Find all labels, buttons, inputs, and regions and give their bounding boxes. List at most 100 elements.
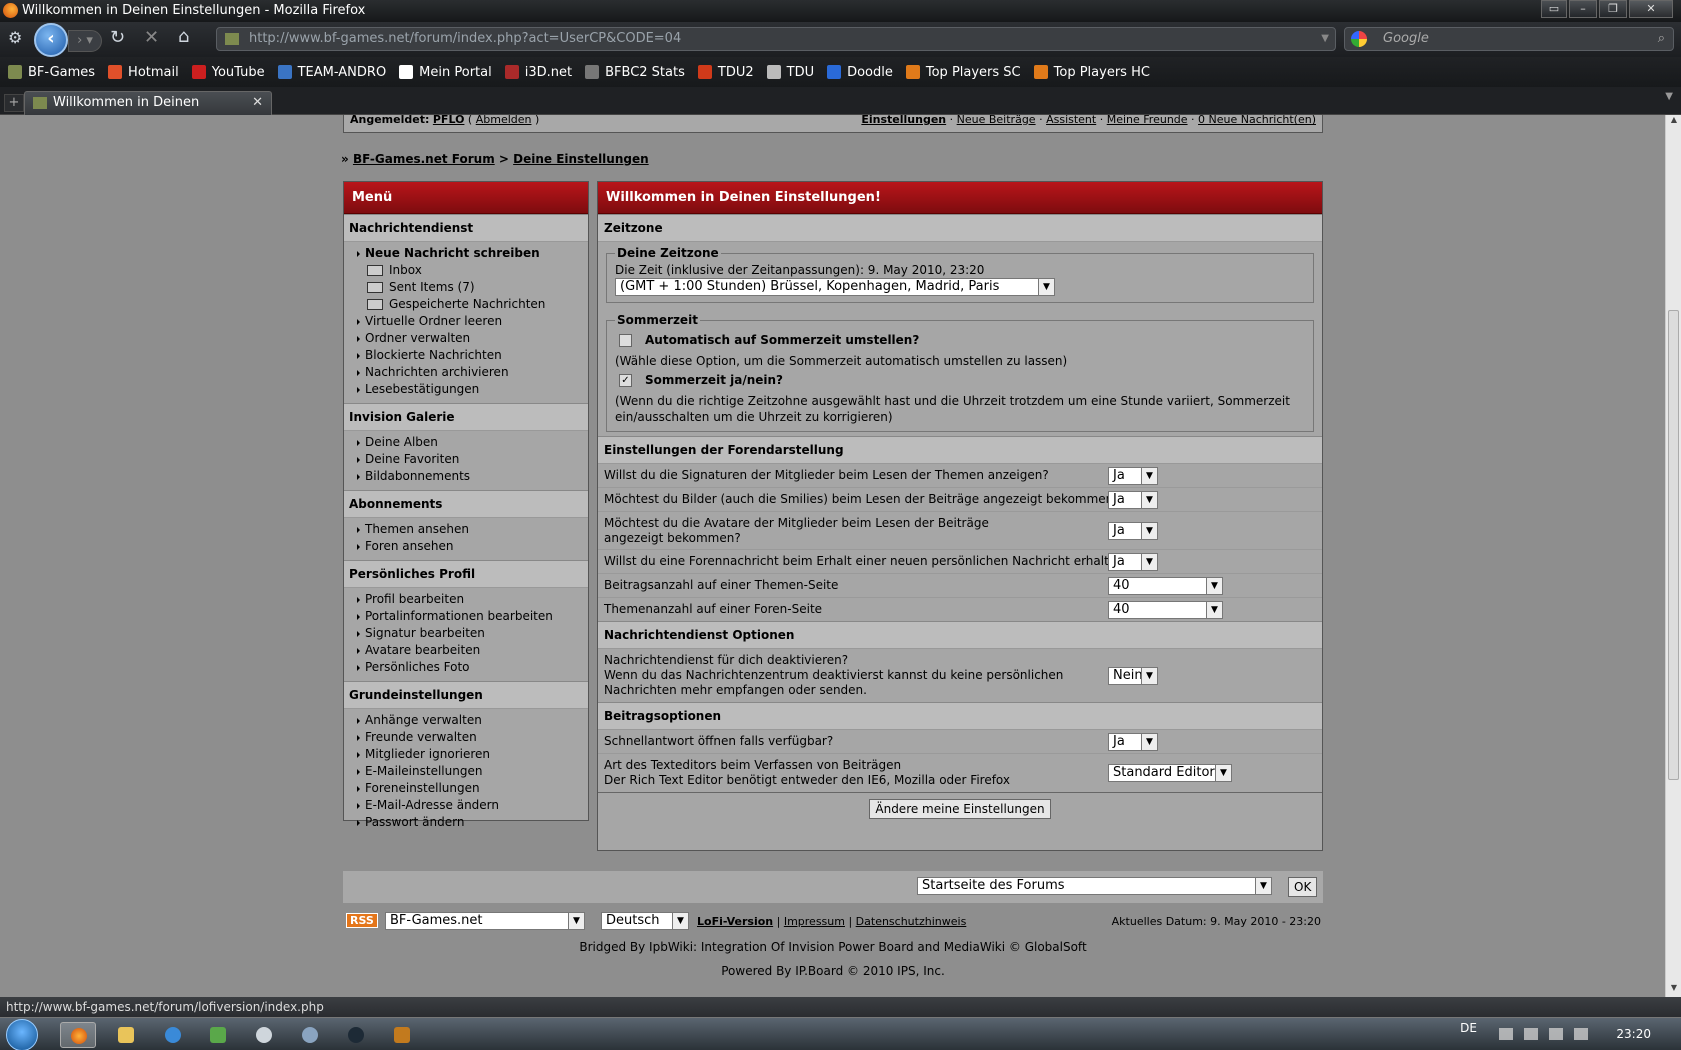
menu-item[interactable]: Virtuelle Ordner leeren <box>344 313 588 330</box>
menu-item[interactable]: Foreneinstellungen <box>344 780 588 797</box>
taskbar-ie[interactable] <box>155 1022 191 1048</box>
bookmark-10[interactable]: Top Players SC <box>905 65 1021 80</box>
skin-select[interactable]: BF-Games.net ▼ <box>385 912 585 930</box>
search-bar[interactable]: Google ⌕ <box>1344 27 1674 51</box>
save-settings-button[interactable]: Ändere meine Einstellungen <box>869 799 1051 819</box>
menu-item[interactable]: Ordner verwalten <box>344 330 588 347</box>
menu-item[interactable]: Persönliches Foto <box>344 659 588 676</box>
taskbar-explorer[interactable] <box>108 1022 144 1048</box>
menu-item-saved[interactable]: Gespeicherte Nachrichten <box>344 296 588 313</box>
menu-item[interactable]: Freunde verwalten <box>344 729 588 746</box>
impressum-link[interactable]: Impressum <box>784 915 845 928</box>
menu-item[interactable]: Lesebestätigungen <box>344 381 588 398</box>
scroll-down-icon[interactable]: ▼ <box>1666 983 1681 997</box>
new-tab-button[interactable]: + <box>4 94 24 112</box>
menu-item[interactable]: Passwort ändern <box>344 814 588 831</box>
close-tab-icon[interactable]: ✕ <box>252 92 263 114</box>
menu-item[interactable]: Bildabonnements <box>344 468 588 485</box>
menu-item[interactable]: Avatare bearbeiten <box>344 642 588 659</box>
logout-link[interactable]: Abmelden <box>476 115 532 126</box>
bookmark-11[interactable]: Top Players HC <box>1033 65 1150 80</box>
topics-per-page-select[interactable]: 40 ▼ <box>1108 600 1223 619</box>
bookmark-3[interactable]: TEAM-ANDRO <box>277 65 386 80</box>
menu-item[interactable]: Signatur bearbeiten <box>344 625 588 642</box>
taskbar-app[interactable] <box>338 1022 374 1048</box>
bookmark-6[interactable]: BFBC2 Stats <box>585 65 685 80</box>
assistant-link[interactable]: Assistent <box>1046 115 1096 126</box>
taskbar-app[interactable] <box>292 1022 328 1048</box>
minimize-button[interactable]: – <box>1569 0 1597 18</box>
menu-item[interactable]: Nachrichten archivieren <box>344 364 588 381</box>
battery-icon[interactable] <box>1549 1028 1563 1040</box>
menu-item-new-message[interactable]: Neue Nachricht schreiben <box>344 245 588 262</box>
back-button[interactable]: ‹ <box>34 23 68 57</box>
scrollbar-thumb[interactable] <box>1668 310 1679 780</box>
timezone-select[interactable]: (GMT + 1:00 Stunden) Brüssel, Kopenhagen… <box>615 278 1055 296</box>
reload-icon[interactable]: ↻ <box>110 27 125 48</box>
taskbar-steam[interactable] <box>246 1022 282 1048</box>
breadcrumb-root[interactable]: BF-Games.net Forum <box>353 152 495 166</box>
start-button[interactable] <box>6 1019 38 1050</box>
tab-list-icon[interactable]: ▼ <box>1665 91 1673 102</box>
menu-item[interactable]: Mitglieder ignorieren <box>344 746 588 763</box>
menu-item[interactable]: Deine Favoriten <box>344 451 588 468</box>
menu-item[interactable]: Anhänge verwalten <box>344 712 588 729</box>
settings-link[interactable]: Einstellungen <box>861 115 946 126</box>
forum-jump-select[interactable]: Startseite des Forums ▼ <box>917 877 1272 895</box>
url-bar[interactable]: http://www.bf-games.net/forum/index.php?… <box>216 27 1336 51</box>
menu-item[interactable]: E-Maileinstellungen <box>344 763 588 780</box>
menu-item[interactable]: Deine Alben <box>344 434 588 451</box>
menu-item[interactable]: Profil bearbeiten <box>344 591 588 608</box>
maximize-button[interactable]: ❐ <box>1599 0 1627 18</box>
flag-icon[interactable] <box>1524 1028 1538 1040</box>
avatars-select[interactable]: Ja ▼ <box>1108 521 1158 540</box>
friends-link[interactable]: Meine Freunde <box>1107 115 1188 126</box>
messages-link[interactable]: 0 Neue Nachricht(en) <box>1198 115 1316 126</box>
bookmark-9[interactable]: Doodle <box>827 65 893 80</box>
quick-reply-select[interactable]: Ja ▼ <box>1108 732 1158 751</box>
rss-icon[interactable]: RSS <box>346 913 378 928</box>
menu-item-inbox[interactable]: Inbox <box>344 262 588 279</box>
editor-select[interactable]: Standard Editor ▼ <box>1108 764 1232 782</box>
scroll-up-icon[interactable]: ▲ <box>1666 115 1681 129</box>
home-icon[interactable]: ⌂ <box>178 26 189 47</box>
menu-item[interactable]: E-Mail-Adresse ändern <box>344 797 588 814</box>
privacy-link[interactable]: Datenschutzhinweis <box>856 915 967 928</box>
lofi-link[interactable]: LoFi-Version <box>697 915 773 928</box>
images-select[interactable]: Ja ▼ <box>1108 490 1158 509</box>
taskbar-firefox[interactable] <box>60 1022 96 1048</box>
window-menu-button[interactable]: ▭ <box>1541 0 1567 18</box>
signatures-select[interactable]: Ja ▼ <box>1108 466 1158 485</box>
bookmark-1[interactable]: Hotmail <box>108 65 179 80</box>
bookmark-2[interactable]: YouTube <box>191 65 265 80</box>
pm-notify-select[interactable]: Ja ▼ <box>1108 552 1158 571</box>
menu-item[interactable]: Themen ansehen <box>344 521 588 538</box>
disable-messenger-select[interactable]: Nein ▼ <box>1108 666 1158 685</box>
search-icon[interactable]: ⌕ <box>1658 28 1665 50</box>
volume-icon[interactable] <box>1574 1028 1588 1040</box>
user-link[interactable]: PFLO <box>433 115 465 126</box>
menu-item[interactable]: Foren ansehen <box>344 538 588 555</box>
taskbar-messenger[interactable] <box>200 1022 236 1048</box>
bookmark-7[interactable]: TDU2 <box>697 65 754 80</box>
dst-auto-checkbox[interactable] <box>619 334 632 347</box>
posts-per-page-select[interactable]: 40 ▼ <box>1108 576 1223 595</box>
google-icon[interactable] <box>1351 31 1367 47</box>
stop-icon[interactable]: ✕ <box>144 27 159 48</box>
bookmark-0[interactable]: BF-Games <box>8 65 95 80</box>
bookmark-5[interactable]: i3D.net <box>504 65 572 80</box>
menu-icon[interactable]: ⚙ <box>8 28 22 47</box>
network-icon[interactable] <box>1499 1028 1513 1040</box>
new-posts-link[interactable]: Neue Beiträge <box>957 115 1036 126</box>
vertical-scrollbar[interactable]: ▲ ▼ <box>1665 115 1681 997</box>
menu-item[interactable]: Blockierte Nachrichten <box>344 347 588 364</box>
breadcrumb-current[interactable]: Deine Einstellungen <box>513 152 649 166</box>
tab-active[interactable]: Willkommen in Deinen Einstellun... ✕ <box>24 91 272 132</box>
bookmark-8[interactable]: TDU <box>766 65 814 80</box>
menu-item-sent[interactable]: Sent Items (7) <box>344 279 588 296</box>
language-select[interactable]: Deutsch ▼ <box>601 912 689 930</box>
clock[interactable]: 23:20 <box>1616 1018 1651 1050</box>
bookmark-4[interactable]: Mein Portal <box>399 65 492 80</box>
menu-item[interactable]: Portalinformationen bearbeiten <box>344 608 588 625</box>
language-indicator[interactable]: DE <box>1460 1012 1477 1045</box>
